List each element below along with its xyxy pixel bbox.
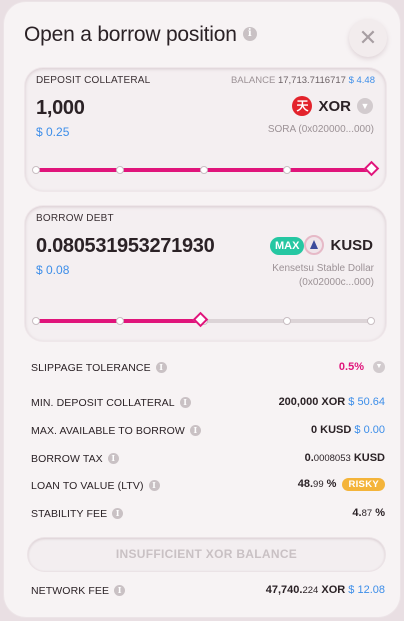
network-fee-frac: 224 bbox=[302, 585, 319, 596]
info-icon[interactable]: i bbox=[242, 26, 257, 41]
deposit-token-symbol: XOR bbox=[318, 97, 351, 115]
insufficient-balance-button[interactable]: INSUFFICIENT XOR BALANCE bbox=[28, 538, 385, 571]
min-deposit-unit: XOR bbox=[321, 396, 346, 408]
stability-fee-label: STABILITY FEE bbox=[31, 508, 108, 520]
network-fee-usd: $ 12.08 bbox=[348, 584, 385, 596]
balance-label: BALANCE bbox=[230, 75, 276, 86]
slippage-row[interactable]: SLIPPAGE TOLERANCE i 0.5% ▼ bbox=[31, 360, 385, 376]
borrow-tax-label: BORROW TAX bbox=[31, 453, 103, 465]
info-icon[interactable]: i bbox=[148, 479, 160, 491]
slider-tick-0[interactable] bbox=[32, 317, 40, 325]
borrow-label: BORROW DEBT bbox=[36, 213, 114, 224]
max-borrow-row: MAX. AVAILABLE TO BORROW i 0 KUSD $ 0.00 bbox=[31, 423, 385, 439]
network-fee-unit: XOR bbox=[321, 584, 346, 596]
ltv-int: 48. bbox=[297, 478, 314, 490]
min-deposit-label: MIN. DEPOSIT COLLATERAL bbox=[31, 397, 175, 409]
kensetsu-kusd-icon bbox=[304, 235, 325, 255]
risky-badge: RISKY bbox=[342, 478, 385, 491]
network-fee-label: NETWORK FEE bbox=[31, 585, 110, 597]
borrow-slider[interactable] bbox=[32, 311, 375, 328]
max-borrow-value: 0 bbox=[310, 424, 318, 436]
ltv-row: LOAN TO VALUE (LTV) i 48.99 % RISKY bbox=[31, 478, 385, 494]
info-icon[interactable]: i bbox=[179, 396, 191, 408]
borrow-amount-input[interactable]: 0.080531953271930 bbox=[36, 235, 242, 258]
network-fee-row: NETWORK FEE i 47,740.224 XOR $ 12.08 bbox=[31, 583, 385, 599]
info-icon[interactable]: i bbox=[114, 584, 126, 596]
borrow-token-name-line1: Kensetsu Stable Dollar bbox=[272, 263, 374, 274]
info-icon[interactable]: i bbox=[189, 424, 201, 436]
borrow-usd-value: $ 0.08 bbox=[36, 263, 70, 277]
slider-handle[interactable] bbox=[192, 311, 209, 328]
deposit-amount-input[interactable]: 1,000 bbox=[36, 97, 256, 120]
borrow-tax-unit: KUSD bbox=[353, 452, 385, 464]
slippage-label: SLIPPAGE TOLERANCE bbox=[31, 362, 151, 374]
borrow-debt-card: BORROW DEBT 0.080531953271930 MAX $ 0.08… bbox=[25, 206, 386, 341]
balance-usd: $ 4.48 bbox=[348, 75, 375, 86]
borrow-token: KUSD bbox=[304, 234, 373, 256]
deposit-token-name: SORA (0x020000...000) bbox=[267, 124, 374, 135]
borrow-tax-frac: 0008053 bbox=[313, 453, 351, 464]
ltv-unit: % bbox=[323, 478, 337, 490]
slider-tick-100[interactable] bbox=[367, 317, 375, 325]
dialog-title: Open a borrow position i bbox=[24, 23, 257, 47]
slider-tick-75[interactable] bbox=[283, 166, 292, 174]
ltv-frac: 99 bbox=[313, 479, 324, 490]
slider-tick-25[interactable] bbox=[115, 166, 124, 174]
borrow-tax-row: BORROW TAX i 0.0008053 KUSD bbox=[31, 451, 385, 467]
max-borrow-label: MAX. AVAILABLE TO BORROW bbox=[31, 425, 185, 437]
max-borrow-usd: $ 0.00 bbox=[354, 424, 385, 436]
balance-value: 17,713.7116717 bbox=[277, 75, 346, 86]
stability-fee-row: STABILITY FEE i 4.87 % bbox=[31, 506, 385, 522]
slider-tick-0[interactable] bbox=[32, 166, 40, 174]
borrow-dialog: Open a borrow position i ✕ DEPOSIT COLLAT… bbox=[4, 2, 400, 617]
min-deposit-row: MIN. DEPOSIT COLLATERAL i 200,000 XOR $ 5… bbox=[31, 395, 385, 411]
info-icon[interactable]: i bbox=[107, 452, 119, 464]
info-icon[interactable]: i bbox=[155, 361, 167, 373]
network-fee-int: 47,740. bbox=[265, 584, 303, 596]
info-icon[interactable]: i bbox=[112, 507, 124, 519]
ltv-label: LOAN TO VALUE (LTV) bbox=[31, 480, 144, 492]
deposit-label: DEPOSIT COLLATERAL bbox=[36, 75, 151, 86]
borrow-tax-int: 0. bbox=[304, 452, 314, 464]
close-button[interactable]: ✕ bbox=[349, 19, 387, 57]
dialog-title-text: Open a borrow position bbox=[24, 23, 237, 46]
min-deposit-usd: $ 50.64 bbox=[348, 396, 385, 408]
slider-handle[interactable] bbox=[363, 160, 380, 177]
stability-fee-unit: % bbox=[372, 507, 385, 519]
slider-tick-75[interactable] bbox=[283, 317, 292, 325]
deposit-balance: BALANCE 17,713.7116717 $ 4.48 bbox=[231, 75, 375, 86]
deposit-collateral-card: DEPOSIT COLLATERAL BALANCE 17,713.711671… bbox=[25, 68, 386, 191]
borrow-token-symbol: KUSD bbox=[330, 236, 373, 254]
sora-xor-icon: 天 bbox=[292, 96, 313, 116]
max-button[interactable]: MAX bbox=[270, 237, 305, 255]
slippage-value: 0.5% bbox=[338, 361, 364, 373]
min-deposit-value: 200,000 bbox=[278, 396, 319, 408]
borrow-token-name-line2: (0x02000c...000) bbox=[298, 277, 374, 288]
close-icon: ✕ bbox=[358, 25, 378, 50]
deposit-usd-value: $ 0.25 bbox=[36, 125, 70, 139]
chevron-down-icon[interactable]: ▼ bbox=[373, 361, 385, 374]
stability-fee-int: 4. bbox=[352, 507, 362, 519]
stability-fee-frac: 87 bbox=[361, 508, 373, 519]
slider-tick-25[interactable] bbox=[115, 317, 124, 325]
deposit-slider[interactable] bbox=[32, 160, 380, 177]
max-borrow-unit: KUSD bbox=[320, 424, 352, 436]
borrow-token-name: Kensetsu Stable Dollar (0x02000c...000) bbox=[272, 262, 374, 290]
chevron-down-icon: ▼ bbox=[357, 98, 373, 114]
slider-tick-50[interactable] bbox=[199, 166, 208, 174]
deposit-token-select[interactable]: 天 XOR ▼ bbox=[292, 95, 373, 117]
